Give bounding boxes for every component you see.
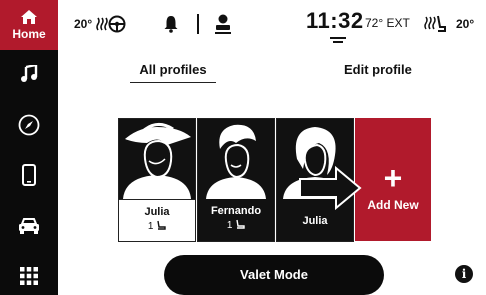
add-new-profile-button[interactable]: + Add New [355,118,431,241]
clock-underline [330,37,346,39]
home-icon [21,10,37,24]
profile-name: Julia [144,206,170,218]
seat-memory-number: 1 [226,220,233,231]
status-bar: 20° 11:32 72° EXT 20° [58,0,486,50]
seat-icon [157,220,166,230]
profile-card[interactable]: Julia 1 [118,118,196,242]
arrow-right-icon [299,166,362,210]
valet-mode-button[interactable]: Valet Mode [164,255,384,295]
active-tab-indicator [130,82,216,83]
sidebar-item-label: Home [12,27,46,41]
outside-temperature: 72° EXT [365,16,410,30]
passenger-temperature[interactable]: 20° [456,17,474,31]
seat-memory-indicator: 1 [198,219,274,231]
sidebar-item-media[interactable] [0,56,58,92]
profile-name: Fernando [210,205,262,217]
sidebar-item-navigation[interactable] [0,107,58,143]
seat-icon [236,219,245,229]
profile-name: Julia [302,215,328,227]
user-profile-icon[interactable] [215,14,231,34]
compass-icon [18,114,40,136]
sidebar-item-phone[interactable] [0,157,58,193]
info-icon[interactable]: i [455,265,473,283]
tab-edit-profile[interactable]: Edit profile [344,62,412,77]
seat-memory-number: 1 [147,221,154,232]
woman-with-hat-avatar [119,119,195,199]
man-avatar [198,119,274,199]
tab-all-profiles[interactable]: All profiles [130,62,216,77]
plus-icon: + [383,160,403,196]
sidebar-item-home[interactable]: Home [0,0,58,50]
sidebar-item-apps[interactable] [0,258,58,294]
bell-icon[interactable] [164,15,178,33]
phone-icon [22,164,36,186]
heated-steering-wheel-icon[interactable] [96,14,126,34]
screen: Home 20° 11:32 72° EXT 20° All profiles … [0,0,486,295]
heated-seat-icon[interactable] [424,14,446,34]
driver-temperature[interactable]: 20° [74,17,92,31]
status-divider [197,14,199,34]
clock: 11:32 [306,8,364,33]
add-new-label: Add New [367,198,419,212]
seat-memory-indicator: 1 [119,220,195,232]
profile-name-area: Julia 1 [119,199,195,241]
sidebar: Home [0,0,58,295]
profile-card[interactable]: Fernando 1 [197,118,275,242]
apps-grid-icon [20,267,38,285]
car-icon [19,218,39,234]
profile-name-area: Fernando 1 [198,199,274,241]
music-note-icon [21,65,38,82]
sidebar-item-vehicle[interactable] [0,208,58,244]
clock-underline [333,41,343,43]
